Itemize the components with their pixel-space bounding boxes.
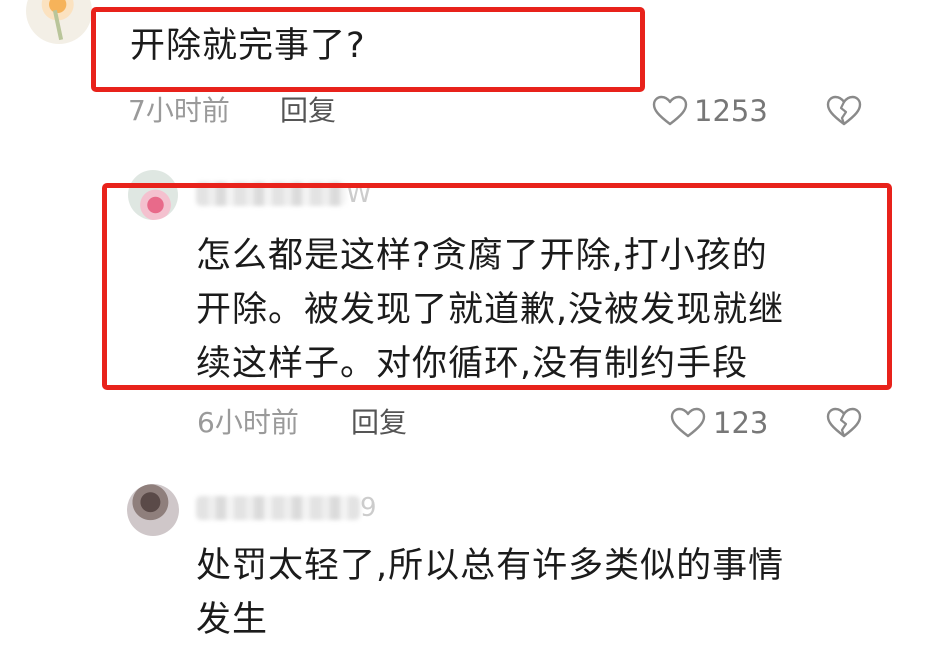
comment-time: 6小时前: [197, 406, 299, 439]
heart-outline-icon[interactable]: [670, 407, 706, 439]
comment-time: 7小时前: [128, 94, 230, 127]
like-count: 123: [713, 406, 769, 440]
reply-button[interactable]: 回复: [351, 406, 407, 440]
heart-outline-icon[interactable]: [652, 95, 688, 127]
avatar[interactable]: [127, 484, 179, 536]
author-name-fragment: 9: [360, 493, 377, 523]
broken-heart-icon[interactable]: [826, 95, 862, 127]
like-count: 1253: [694, 94, 768, 128]
author-name-redacted: [196, 496, 360, 520]
avatar[interactable]: [26, 0, 92, 44]
reply-button[interactable]: 回复: [280, 94, 336, 128]
comment-text: 怎么都是这样?贪腐了开除,打小孩的 开除。被发现了就道歉,没被发现就继 续这样子…: [196, 236, 785, 384]
comment-text: 开除就完事了?: [130, 26, 366, 66]
broken-heart-icon[interactable]: [826, 407, 862, 439]
comment-text: 处罚太轻了,所以总有许多类似的事情 发生: [196, 546, 785, 640]
